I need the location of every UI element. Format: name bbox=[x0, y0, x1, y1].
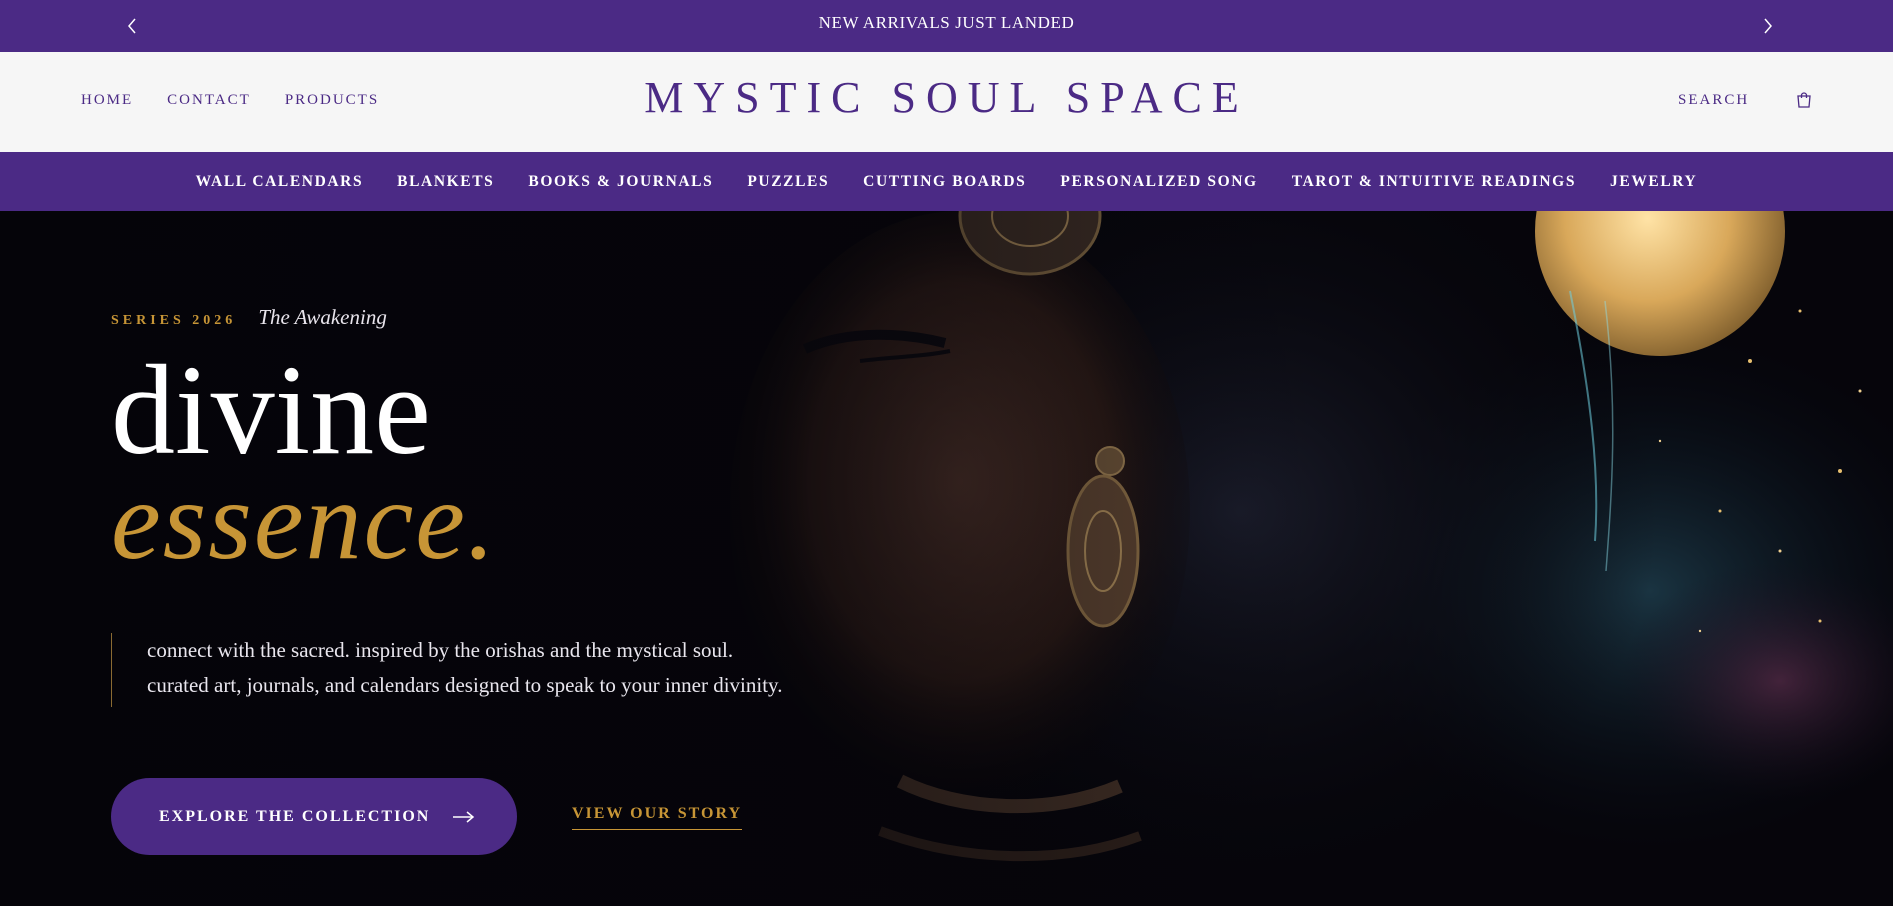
category-wall-calendars[interactable]: WALL CALENDARS bbox=[196, 173, 364, 191]
category-bar: WALL CALENDARS BLANKETS BOOKS & JOURNALS… bbox=[0, 152, 1893, 211]
chevron-right-icon[interactable] bbox=[1756, 14, 1780, 38]
hero-headline-line2: essence. bbox=[111, 459, 498, 583]
hero-description-line1: connect with the sacred. inspired by the… bbox=[147, 638, 734, 662]
category-books-journals[interactable]: BOOKS & JOURNALS bbox=[528, 173, 713, 191]
view-our-story-link[interactable]: VIEW OUR STORY bbox=[572, 805, 742, 830]
category-jewelry[interactable]: JEWELRY bbox=[1610, 173, 1697, 191]
announcement-text: NEW ARRIVALS JUST LANDED bbox=[818, 13, 1075, 32]
category-personalized-song[interactable]: PERSONALIZED SONG bbox=[1060, 173, 1257, 191]
series-label: SERIES 2026 bbox=[111, 313, 237, 328]
shopping-bag-icon[interactable] bbox=[1795, 91, 1813, 109]
hero-description-line2: curated art, journals, and calendars des… bbox=[147, 673, 783, 697]
category-tarot-readings[interactable]: TAROT & INTUITIVE READINGS bbox=[1292, 173, 1576, 191]
site-header: HOME CONTACT PRODUCTS MYSTIC SOUL SPACE … bbox=[0, 52, 1893, 152]
announcement-bar: NEW ARRIVALS JUST LANDED bbox=[0, 0, 1893, 52]
site-logo[interactable]: MYSTIC SOUL SPACE bbox=[0, 72, 1893, 123]
search-link[interactable]: SEARCH bbox=[1678, 92, 1749, 109]
explore-collection-button[interactable]: EXPLORE THE COLLECTION bbox=[111, 778, 517, 855]
category-puzzles[interactable]: PUZZLES bbox=[747, 173, 829, 191]
arrow-right-icon bbox=[453, 810, 475, 823]
hero-headline-line1: divine bbox=[111, 339, 431, 481]
series-tag: SERIES 2026 The Awakening bbox=[111, 305, 387, 330]
explore-collection-label: EXPLORE THE COLLECTION bbox=[159, 807, 431, 825]
series-name: The Awakening bbox=[258, 305, 387, 329]
category-nav: WALL CALENDARS BLANKETS BOOKS & JOURNALS… bbox=[0, 173, 1893, 191]
hero-description: connect with the sacred. inspired by the… bbox=[111, 633, 782, 707]
category-cutting-boards[interactable]: CUTTING BOARDS bbox=[863, 173, 1026, 191]
category-blankets[interactable]: BLANKETS bbox=[397, 173, 494, 191]
hero-section: SERIES 2026 The Awakening divine essence… bbox=[0, 211, 1893, 906]
